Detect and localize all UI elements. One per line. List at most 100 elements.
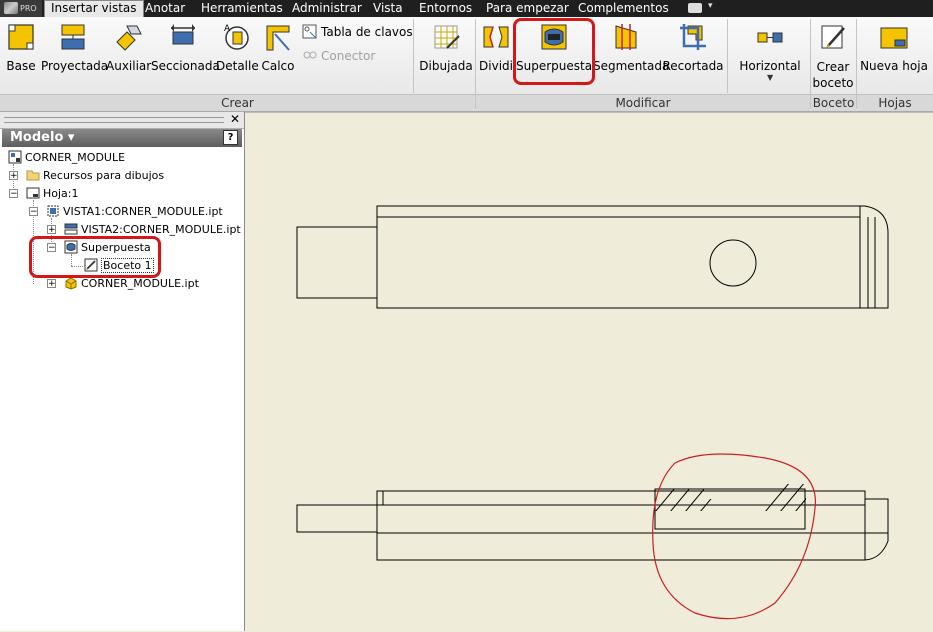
overlay-calco-button[interactable]: Calco [259,17,297,95]
tree-label-recursos: Recursos para dibujos [43,169,165,182]
new-sheet-button[interactable]: Nueva hoja [858,17,930,95]
base-view-node-icon [47,205,59,217]
ribbon-display-dropdown-icon[interactable]: ▾ [708,1,713,11]
section-view-label: Seccionada [151,59,220,73]
folder-icon [26,170,40,181]
crop-icon [680,24,706,50]
crop-label: Recortada [662,59,724,73]
tree-label-hoja: Hoja:1 [43,187,79,200]
ribbon-display-icon[interactable] [688,3,702,13]
sheet-icon [26,187,40,199]
slice-icon [615,24,637,50]
auxiliary-view-button[interactable]: Auxiliar [106,17,152,95]
projected-view-icon [61,24,85,50]
browser-title-dropdown[interactable]: Modelo ▾ [10,130,74,145]
break-button[interactable]: Dividi [478,17,514,95]
create-sketch-label: Crear boceto [812,59,854,91]
detail-view-button[interactable]: A Detalle [216,17,259,95]
boceto-panel-title: Boceto [812,96,855,110]
crear-panel-title: Crear [221,96,254,110]
auxiliary-view-label: Auxiliar [106,59,152,73]
browser-title: Modelo [10,130,64,145]
break-label: Dividi [479,59,513,73]
browser-header: Modelo ▾ ? [2,129,242,147]
front-view[interactable] [296,488,889,561]
horizontal-align-button[interactable]: Horizontal ▼ [736,17,804,95]
hole-table-icon [302,24,317,39]
calco-icon [266,25,290,51]
ribbon: Base Proyectada Auxiliar Seccionada A De… [0,17,933,112]
part-icon [65,277,77,290]
tab-para-empezar[interactable]: Para empezar [486,0,569,17]
tree-item-recursos[interactable]: Recursos para dibujos [26,167,164,185]
new-sheet-icon [880,27,908,49]
projected-view-node-icon [64,223,78,235]
create-sketch-label-line1: Crear [816,60,850,74]
collapse-vista1-toggle[interactable]: − [29,207,38,217]
create-sketch-icon [821,25,845,49]
tree-item-vista1[interactable]: VISTA1:CORNER_MODULE.ipt [46,203,223,221]
hole-table-label: Tabla de clavos [321,25,413,39]
superpuesta-tree-highlight [29,236,161,278]
slice-button[interactable]: Segmentada [593,17,669,95]
crop-button[interactable]: Recortada [662,17,724,95]
menu-bar: PRO Insertar vistas Anotar Herramientas … [0,0,933,17]
new-sheet-label: Nueva hoja [860,59,928,73]
application-menu-button[interactable]: PRO [0,0,42,17]
ribbon-separator [727,19,728,93]
base-view-label: Base [6,59,36,73]
tree-label-vista1: VISTA1:CORNER_MODULE.ipt [63,205,223,218]
tab-administrar[interactable]: Administrar [292,0,362,17]
expand-vista2-toggle[interactable]: + [47,225,56,235]
drawing-canvas[interactable] [245,112,933,632]
tab-vista[interactable]: Vista [373,0,403,17]
horizontal-dropdown-icon[interactable]: ▼ [767,73,773,82]
tab-entornos[interactable]: Entornos [419,0,472,17]
calco-label: Calco [261,59,295,73]
sketched-view-label: Dibujada [419,59,473,73]
tree-item-hoja[interactable]: Hoja:1 [26,185,79,203]
create-sketch-button[interactable]: Crear boceto [812,17,854,95]
svg-text:A: A [224,24,231,34]
detail-view-label: Detalle [216,59,259,73]
close-icon[interactable]: ✕ [230,112,240,126]
align-horizontal-icon [757,32,783,43]
top-view[interactable] [296,205,889,309]
projected-view-label: Proyectada [41,59,109,73]
sketched-view-button[interactable]: Dibujada [418,17,474,95]
horizontal-align-label: Horizontal [739,59,801,73]
tree-label-root: CORNER_MODULE [25,151,126,164]
tab-insertar-vistas[interactable]: Insertar vistas [44,0,144,17]
model-browser: ✕ Modelo ▾ ? CORNER_MODULE + Recursos pa… [0,112,245,631]
tab-anotar[interactable]: Anotar [145,0,185,17]
projected-view-button[interactable]: Proyectada [41,17,109,95]
superpuesta-highlight [513,18,595,85]
breakout-sketch-boundary[interactable] [652,453,816,620]
collapse-hoja-toggle[interactable]: − [9,189,18,199]
expand-recursos-toggle[interactable]: + [9,171,18,181]
base-view-icon [8,24,34,50]
break-icon [483,26,509,48]
modificar-panel-title: Modificar [615,96,671,110]
connector-button[interactable]: Conector [302,47,375,65]
expand-part-toggle[interactable]: + [47,279,56,289]
tree-item-root[interactable]: CORNER_MODULE [8,149,125,167]
drawing-document-icon [8,150,22,164]
detail-view-icon: A [224,24,249,50]
tab-complementos[interactable]: Complementos [578,0,669,17]
sketched-view-icon [434,25,460,49]
auxiliary-view-icon [116,25,142,51]
connector-label: Conector [321,49,376,63]
connector-icon [303,51,317,59]
tab-herramientas[interactable]: Herramientas [201,0,283,17]
browser-grip[interactable]: ✕ [0,112,244,129]
create-sketch-label-line2: boceto [812,76,854,90]
base-view-button[interactable]: Base [2,17,40,95]
section-hatch [655,484,806,511]
hojas-panel-title: Hojas [878,96,912,110]
section-view-icon [171,24,195,45]
hole-table-button[interactable]: Tabla de clavos [302,23,413,41]
app-badge: PRO [20,4,37,13]
help-icon[interactable]: ? [223,130,238,145]
section-view-button[interactable]: Seccionada [151,17,220,95]
